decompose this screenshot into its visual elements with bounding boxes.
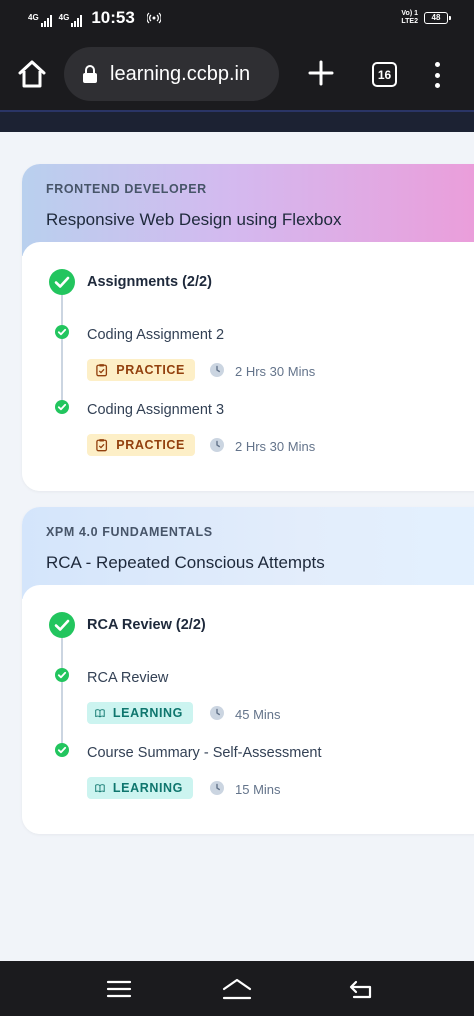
tabs-button[interactable]: 16 [372, 62, 397, 87]
course-card: XPM 4.0 FUNDAMENTALS RCA - Repeated Cons… [22, 507, 474, 834]
signal-bars-icon [71, 15, 83, 27]
list-item-title[interactable]: Coding Assignment 3 [87, 402, 224, 418]
check-circle-icon [49, 612, 75, 638]
book-icon [95, 709, 105, 718]
clipboard-icon [96, 364, 108, 377]
page-content: FRONTEND DEVELOPER Responsive Web Design… [0, 132, 474, 961]
hotspot-icon [146, 12, 161, 24]
list-item-title[interactable]: Coding Assignment 2 [87, 327, 224, 343]
signal-indicator-1: 4G [28, 13, 53, 27]
learning-tag: LEARNING [87, 777, 193, 799]
lock-icon [83, 65, 97, 83]
clock-icon [210, 438, 224, 452]
clock-icon [210, 363, 224, 377]
duration-text: 2 Hrs 30 Mins [235, 364, 316, 379]
plus-icon[interactable] [306, 58, 336, 88]
course-category: FRONTEND DEVELOPER [46, 182, 207, 196]
learning-tag: LEARNING [87, 702, 193, 724]
status-bar: 4G 4G 10:53 Vo) 1 LTE2 48 [0, 0, 474, 40]
list-item-title[interactable]: Course Summary - Self-Assessment [87, 745, 321, 761]
tag-label: PRACTICE [116, 438, 185, 452]
practice-tag: PRACTICE [87, 434, 195, 456]
signal-bars-icon [40, 15, 52, 27]
back-icon[interactable] [348, 977, 376, 1001]
check-circle-icon [55, 743, 69, 757]
course-card-body: Assignments (2/2) Coding Assignment 2 PR… [22, 242, 474, 491]
course-title: RCA - Repeated Conscious Attempts [46, 553, 325, 572]
address-bar[interactable]: learning.ccbp.in [64, 47, 279, 101]
nav-home-icon[interactable] [221, 977, 253, 1001]
check-circle-icon [49, 269, 75, 295]
duration-text: 15 Mins [235, 782, 281, 797]
timeline-line [61, 295, 63, 405]
system-nav-bar [0, 961, 474, 1016]
home-icon[interactable] [16, 58, 48, 90]
more-vert-icon[interactable] [430, 60, 444, 90]
network-type-2: 4G [58, 13, 70, 22]
clock-icon [210, 706, 224, 720]
clipboard-icon [96, 439, 108, 452]
tag-label: LEARNING [112, 706, 183, 720]
volte-indicator: Vo) 1 LTE2 [401, 10, 418, 25]
practice-tag: PRACTICE [87, 359, 195, 381]
network-type-1: 4G [28, 13, 39, 22]
duration-text: 45 Mins [235, 707, 281, 722]
check-circle-icon [55, 325, 69, 339]
tab-count: 16 [377, 67, 392, 82]
duration-text: 2 Hrs 30 Mins [235, 439, 316, 454]
list-item-title[interactable]: RCA Review [87, 670, 168, 686]
url-text: learning.ccbp.in [110, 62, 251, 85]
group-title[interactable]: RCA Review (2/2) [87, 617, 206, 633]
tag-label: LEARNING [112, 781, 183, 795]
course-category: XPM 4.0 FUNDAMENTALS [46, 525, 213, 539]
group-title[interactable]: Assignments (2/2) [87, 274, 212, 290]
tag-label: PRACTICE [116, 363, 185, 377]
check-circle-icon [55, 400, 69, 414]
course-title: Responsive Web Design using Flexbox [46, 210, 342, 229]
book-icon [95, 784, 105, 793]
menu-icon[interactable] [105, 977, 133, 1001]
page-header-band [0, 112, 474, 132]
timeline-line [61, 638, 63, 748]
course-card: FRONTEND DEVELOPER Responsive Web Design… [22, 164, 474, 491]
battery-indicator: 48 [424, 12, 451, 24]
clock-time: 10:53 [91, 8, 135, 27]
course-card-body: RCA Review (2/2) RCA Review LEARNING 45 … [22, 585, 474, 834]
signal-indicator-2: 4G [58, 13, 84, 27]
check-circle-icon [55, 668, 69, 682]
clock-icon [210, 781, 224, 795]
browser-toolbar: learning.ccbp.in 16 [0, 40, 474, 110]
